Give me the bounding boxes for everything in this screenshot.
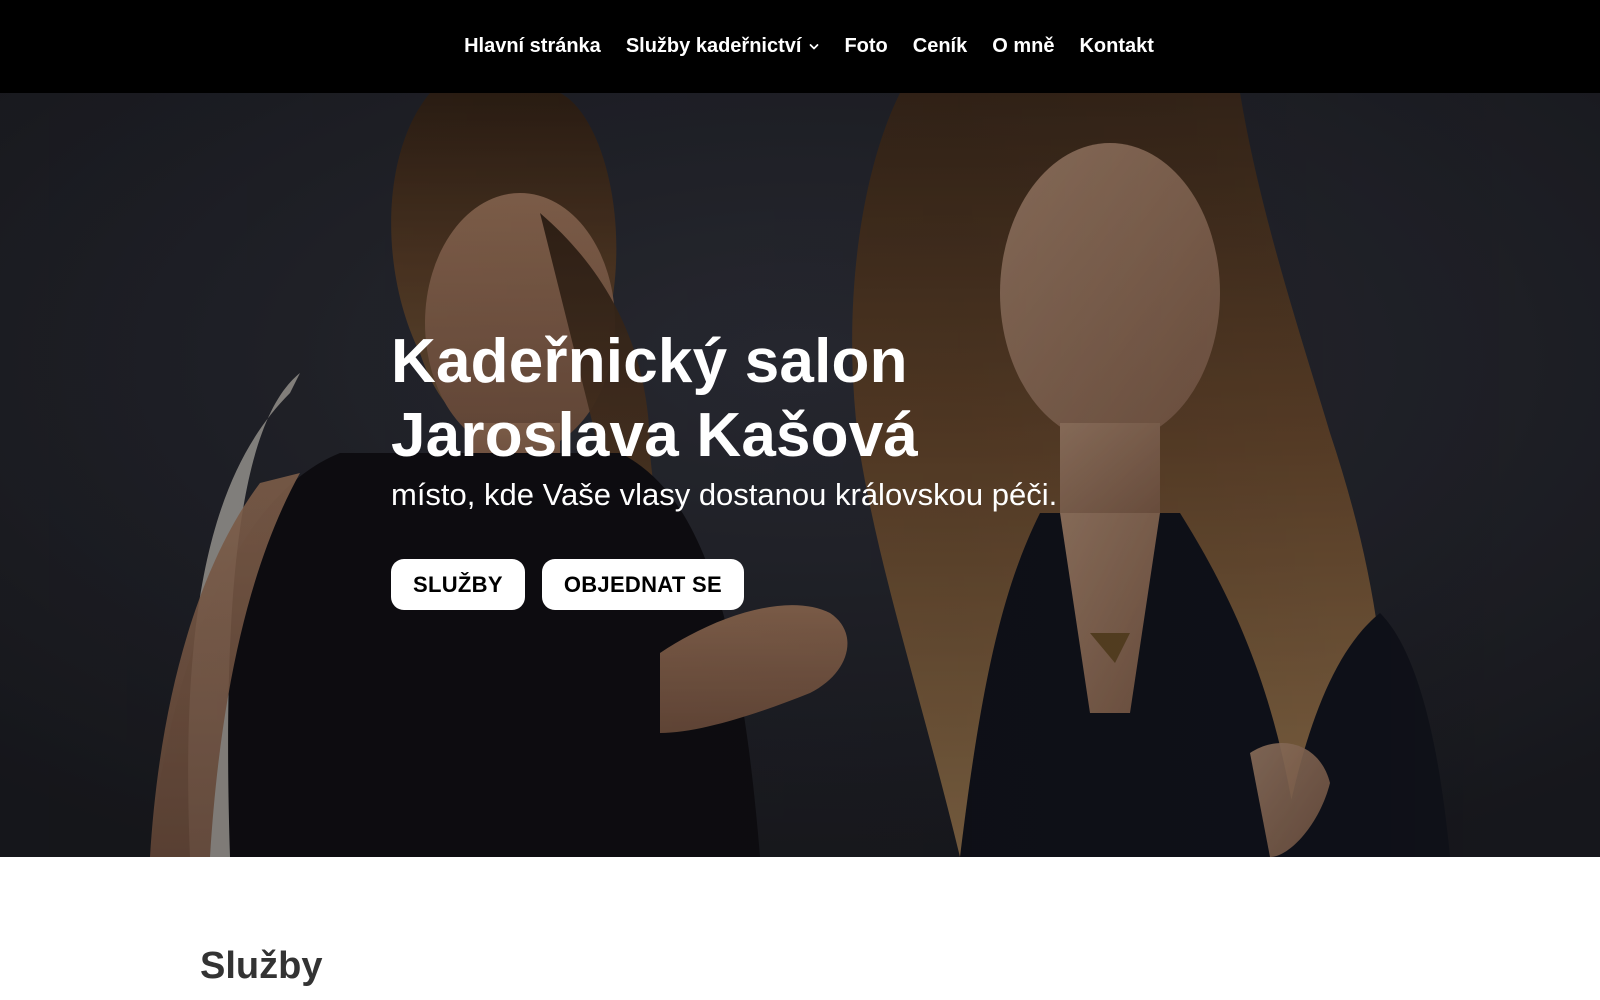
nav-menu: Hlavní stránka Služby kadeřnictví Foto C… [452,35,1167,58]
nav-item-label: Služby kadeřnictví [625,35,802,57]
nav-item-services[interactable]: Služby kadeřnictví [626,35,820,58]
main-navbar: Hlavní stránka Služby kadeřnictví Foto C… [0,0,1600,93]
chevron-down-icon [809,42,819,52]
nav-item-photo[interactable]: Foto [844,35,887,58]
nav-item-home[interactable]: Hlavní stránka [464,35,601,58]
services-section: Služby [0,857,1600,1000]
nav-item-about[interactable]: O mně [992,35,1054,58]
nav-item-label: O mně [992,35,1055,57]
nav-item-label: Kontakt [1079,35,1154,57]
hero-content: Kadeřnický salon Jaroslava Kašová místo,… [391,325,1291,610]
hero-title: Kadeřnický salon Jaroslava Kašová [391,325,1291,473]
services-button[interactable]: SLUŽBY [391,559,525,610]
hero-title-line1: Kadeřnický salon [391,327,908,396]
book-appointment-button[interactable]: OBJEDNAT SE [541,559,744,610]
hero-section: Kadeřnický salon Jaroslava Kašová místo,… [0,93,1600,857]
nav-item-label: Foto [844,35,888,57]
nav-item-label: Hlavní stránka [464,35,601,57]
hero-subtitle: místo, kde Vaše vlasy dostanou královsko… [391,477,1058,512]
nav-item-contact[interactable]: Kontakt [1079,35,1153,58]
hero-buttons: SLUŽBY OBJEDNAT SE [391,559,1291,610]
nav-item-label: Ceník [912,35,968,57]
services-heading: Služby [200,945,323,987]
nav-item-pricelist[interactable]: Ceník [913,35,967,58]
hero-title-line2: Jaroslava Kašová [391,401,919,470]
